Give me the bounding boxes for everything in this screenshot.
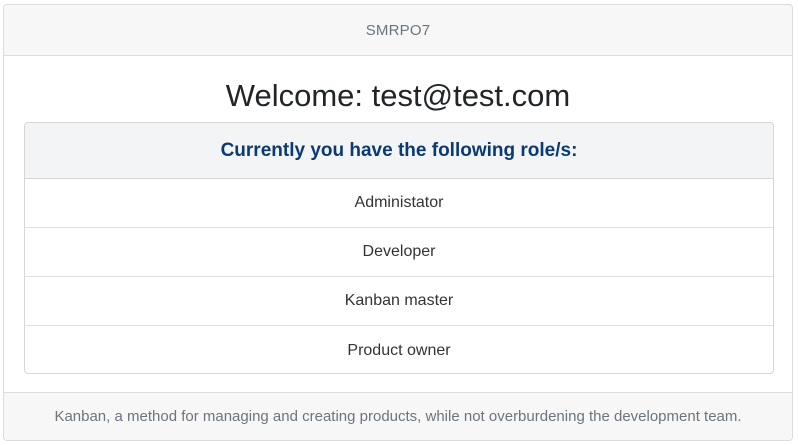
role-item-kanban-master: Kanban master bbox=[25, 277, 773, 326]
card-body: Welcome: test@test.com Currently you hav… bbox=[4, 56, 792, 394]
role-item-product-owner: Product owner bbox=[347, 341, 451, 359]
welcome-heading: Welcome: test@test.com bbox=[4, 76, 792, 116]
role-item-developer: Developer bbox=[25, 228, 773, 277]
role-item-administator: Administator bbox=[25, 179, 773, 228]
app-title: SMRPO7 bbox=[365, 21, 431, 39]
user-email: test@test.com bbox=[371, 78, 571, 113]
roles-panel: Currently you have the following role/s:… bbox=[24, 122, 774, 374]
app-header: SMRPO7 bbox=[4, 5, 792, 56]
main-card: SMRPO7 Welcome: test@test.com Currently … bbox=[3, 4, 793, 441]
welcome-label: Welcome: bbox=[225, 78, 364, 113]
roles-title: Currently you have the following role/s: bbox=[25, 123, 773, 179]
app-footer: Kanban, a method for managing and creati… bbox=[4, 392, 792, 440]
footer-text: Kanban, a method for managing and creati… bbox=[54, 408, 742, 425]
